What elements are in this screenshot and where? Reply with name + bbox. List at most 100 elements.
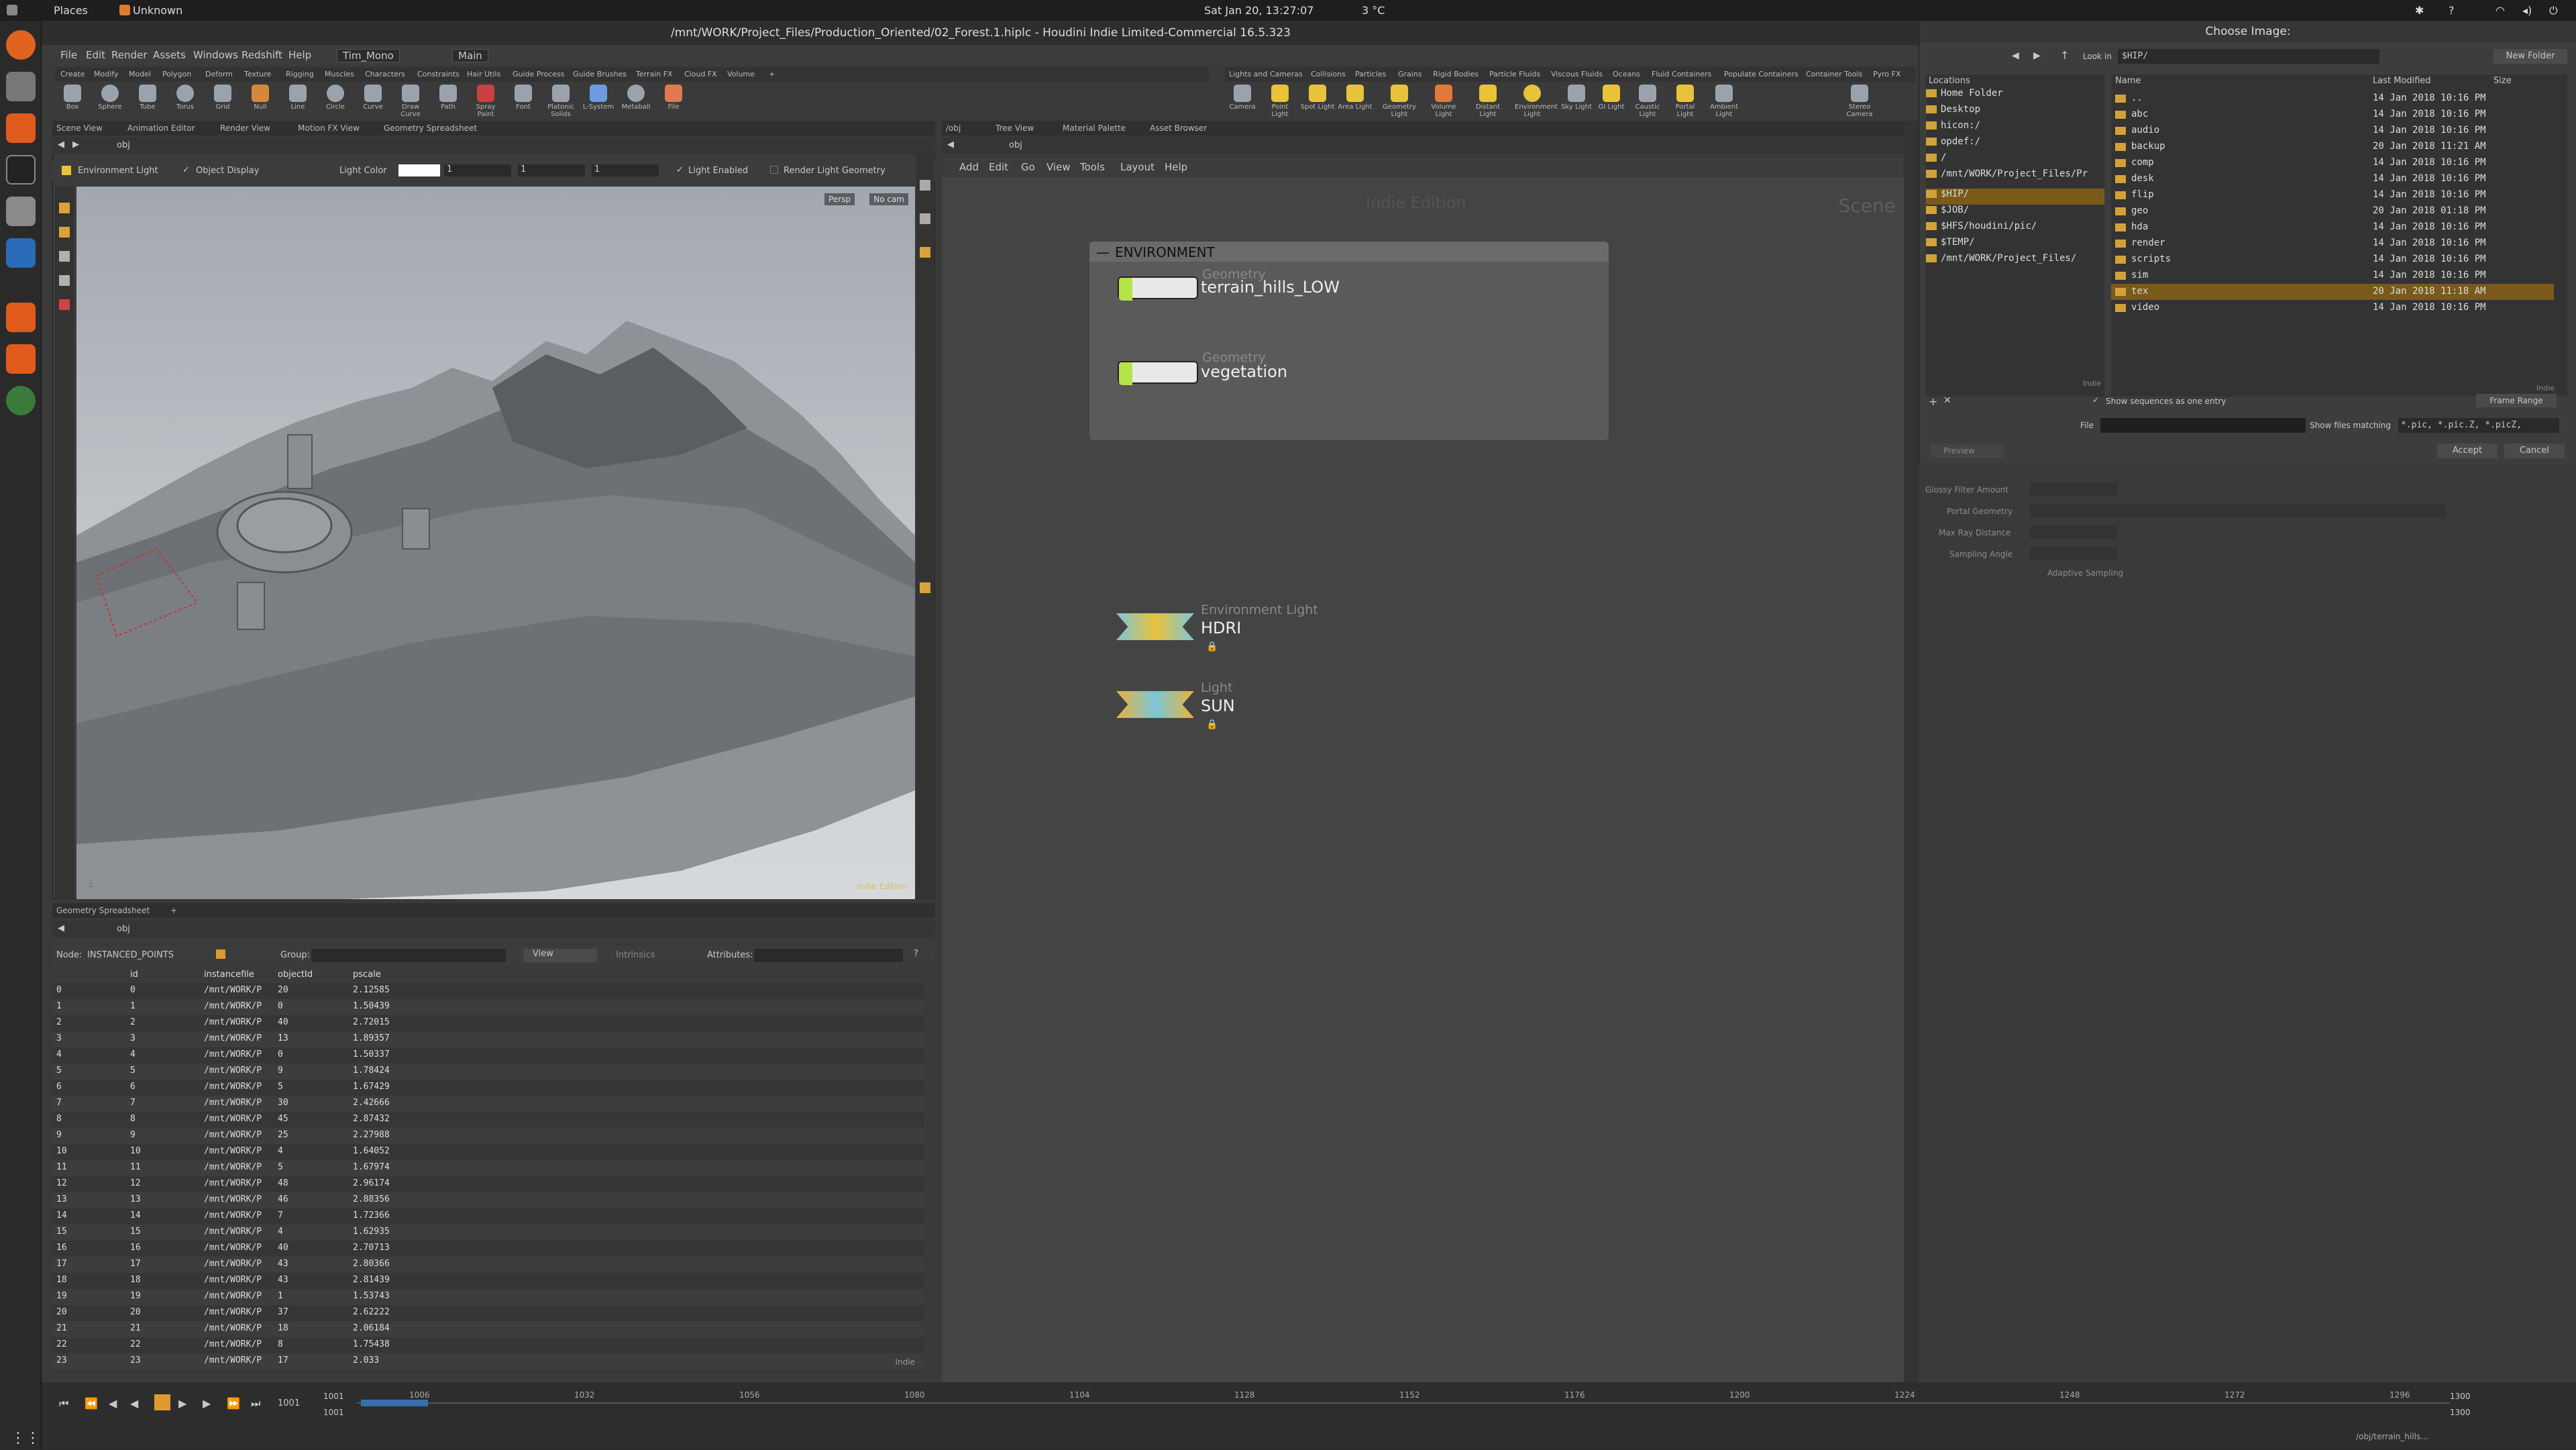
add-location-icon[interactable]: + [1929, 395, 1937, 408]
tool-sky-light[interactable]: Sky Light [1559, 82, 1594, 121]
lock-icon-sun[interactable]: 🔒 [1206, 719, 1218, 730]
tool-torus[interactable]: Torus [168, 82, 203, 121]
location-item[interactable]: hicon:/ [1926, 120, 2104, 136]
activities-icon[interactable] [7, 5, 17, 15]
tool-spray-paint[interactable]: Spray Paint [468, 82, 503, 121]
ss-back-icon[interactable]: ◀ [58, 923, 64, 933]
col-size[interactable]: Size [2493, 76, 2512, 86]
file-row[interactable]: flip 14 Jan 2018 10:16 PM [2111, 187, 2554, 203]
file-field[interactable] [2100, 418, 2306, 433]
table-row[interactable]: 2 2/mnt/WORK/P 40 2.72015 [52, 1015, 924, 1031]
menu-windows[interactable]: Windows [193, 49, 238, 61]
shelf-tab-particle-fluids[interactable]: Particle Fluids [1489, 70, 1540, 79]
light-color-b[interactable]: 1 [592, 164, 659, 176]
file-row[interactable]: video 14 Jan 2018 10:16 PM [2111, 300, 2554, 316]
node-hdri[interactable]: Environment Light HDRI 🔒 [1116, 603, 1586, 660]
col-id[interactable]: id [130, 970, 138, 983]
tab-scene-view[interactable]: Scene View [56, 123, 103, 133]
light-color-g[interactable]: 1 [518, 164, 585, 176]
scale-tool-icon[interactable] [59, 275, 70, 286]
location-item[interactable]: /mnt/WORK/Project_Files/Pr [1926, 168, 2104, 185]
tool-volume-light[interactable]: Volume Light [1426, 82, 1461, 121]
power-icon[interactable]: ⏻ [2549, 4, 2558, 17]
frame-start[interactable]: 1001 [323, 1392, 344, 1401]
tool-environment-light[interactable]: Environment Light [1515, 82, 1558, 121]
tool-caustic-light[interactable]: Caustic Light [1630, 82, 1665, 121]
table-row[interactable]: 4 4/mnt/WORK/P 0 1.50337 [52, 1047, 924, 1064]
location-item[interactable]: $HIP/ [1926, 189, 2104, 205]
tool-area-light[interactable]: Area Light [1338, 82, 1373, 121]
intrinsics-label[interactable]: Intrinsics [616, 950, 655, 960]
scene-path[interactable]: obj [117, 140, 130, 150]
select-tool-icon[interactable] [59, 203, 70, 213]
firefox-icon[interactable] [6, 30, 36, 60]
current-frame[interactable]: 1001 [278, 1398, 300, 1408]
accept-button[interactable]: Accept [2437, 444, 2498, 458]
help-icon-ss[interactable]: ? [914, 949, 918, 959]
file-row[interactable]: comp 14 Jan 2018 10:16 PM [2111, 155, 2554, 171]
table-row[interactable]: 21 21/mnt/WORK/P 18 2.06184 [52, 1321, 924, 1337]
shelf-tab-characters[interactable]: Characters [365, 70, 405, 79]
display-flag-2[interactable] [1119, 362, 1132, 385]
frame-end-global[interactable]: 1300 [2450, 1408, 2471, 1417]
tab-motion-fx-view[interactable]: Motion FX View [298, 123, 360, 133]
houdini-icon[interactable] [6, 113, 36, 143]
table-row[interactable]: 15 15/mnt/WORK/P 4 1.62935 [52, 1225, 924, 1241]
col-objectid[interactable]: objectId [278, 970, 313, 983]
places-menu[interactable]: Places [54, 4, 88, 17]
light-display-icon[interactable] [920, 247, 930, 258]
play-icon[interactable]: ▶ [178, 1397, 186, 1410]
table-row[interactable]: 20 20/mnt/WORK/P 37 2.62222 [52, 1305, 924, 1321]
shelf-tab-polygon[interactable]: Polygon [162, 70, 191, 79]
node-vegetation[interactable]: Geometry vegetation [1118, 350, 1587, 401]
table-row[interactable]: 12 12/mnt/WORK/P 48 2.96174 [52, 1176, 924, 1192]
param-sampling-field[interactable] [2030, 547, 2117, 560]
location-item[interactable]: Home Folder [1926, 88, 2104, 104]
look-in-field[interactable]: $HIP/ [2118, 49, 2379, 64]
houdini-icon-3[interactable] [6, 344, 36, 374]
tool-ambient-light[interactable]: Ambient Light [1707, 82, 1741, 121]
shelf-tab-model[interactable]: Model [129, 70, 151, 79]
remove-location-icon[interactable]: ✕ [1943, 395, 1951, 406]
shelf-tab-guide-brushes[interactable]: Guide Brushes [573, 70, 627, 79]
frame-start-global[interactable]: 1001 [323, 1408, 344, 1417]
tab-animation-editor[interactable]: Animation Editor [127, 123, 195, 133]
network-box-environment[interactable]: — ENVIRONMENT [1089, 242, 1609, 440]
lock-icon[interactable] [920, 213, 930, 224]
tool-gi-light[interactable]: GI Light [1594, 82, 1629, 121]
table-row[interactable]: 16 16/mnt/WORK/P 40 2.70713 [52, 1241, 924, 1257]
shelf-tab-terrain-fx[interactable]: Terrain FX [636, 70, 673, 79]
table-row[interactable]: 11 11/mnt/WORK/P 5 1.67974 [52, 1160, 924, 1176]
terminal-icon[interactable] [6, 155, 36, 185]
collapse-icon[interactable]: — [1096, 244, 1110, 260]
tab-asset-browser[interactable]: Asset Browser [1150, 123, 1207, 133]
table-row[interactable]: 22 22/mnt/WORK/P 8 1.75438 [52, 1337, 924, 1353]
table-row[interactable]: 10 10/mnt/WORK/P 4 1.64052 [52, 1144, 924, 1160]
display-option-icon[interactable] [920, 180, 930, 191]
tool-font[interactable]: Font [506, 82, 541, 121]
tab-render-view[interactable]: Render View [220, 123, 270, 133]
move-tool-icon[interactable] [59, 227, 70, 238]
view-menu[interactable]: View [523, 949, 597, 962]
light-enabled-check[interactable]: ✓ [676, 165, 684, 175]
table-row[interactable]: 8 8/mnt/WORK/P 45 2.87432 [52, 1112, 924, 1128]
table-row[interactable]: 1 1/mnt/WORK/P 0 1.50439 [52, 999, 924, 1015]
vscode-icon[interactable] [6, 238, 36, 268]
shelf-tab-oceans[interactable]: Oceans [1613, 70, 1640, 79]
light-color-swatch[interactable] [398, 164, 440, 176]
shelf-tab-cloud-fx[interactable]: Cloud FX [684, 70, 717, 79]
step-forward-key-icon[interactable]: ⏩ [227, 1397, 240, 1410]
houdini-icon-2[interactable] [6, 303, 36, 332]
table-row[interactable]: 5 5/mnt/WORK/P 9 1.78424 [52, 1064, 924, 1080]
bluetooth-icon[interactable]: ✱ [2415, 4, 2424, 17]
file-row[interactable]: tex 20 Jan 2018 11:18 AM [2111, 284, 2554, 300]
step-forward-icon[interactable]: ▶ [203, 1397, 211, 1410]
tool-distant-light[interactable]: Distant Light [1470, 82, 1505, 121]
step-back-key-icon[interactable]: ⏪ [85, 1397, 98, 1410]
main-desktop-select[interactable]: Main [452, 49, 488, 62]
tool-file[interactable]: File [656, 82, 691, 121]
frame-end[interactable]: 1300 [2450, 1392, 2471, 1401]
tool-geometry-light[interactable]: Geometry Light [1382, 82, 1417, 121]
node-terrain[interactable]: Geometry terrain_hills_LOW [1118, 267, 1587, 317]
app-grid-icon[interactable]: ⋮⋮ [11, 1430, 40, 1450]
